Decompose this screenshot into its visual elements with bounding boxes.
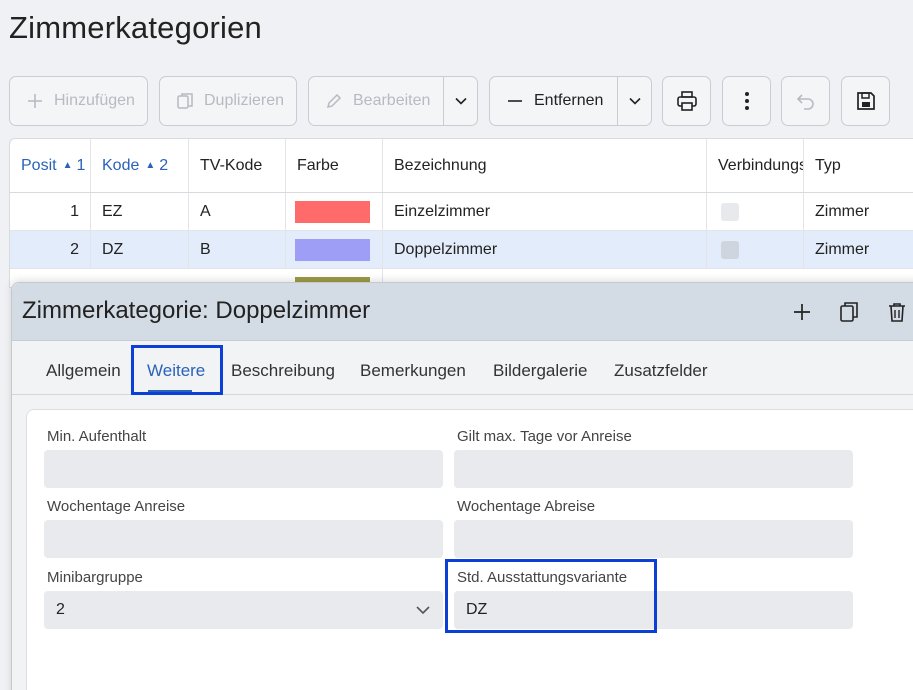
chevron-down-icon — [415, 602, 431, 623]
column-label: Bezeichnung — [394, 156, 487, 174]
category-dialog: Zimmerkategorie: Doppelzimmer Allgemein … — [11, 282, 913, 690]
more-button[interactable] — [722, 76, 771, 126]
sort-asc-icon: ▲ — [145, 160, 156, 171]
duplicate-button-label: Duplizieren — [204, 92, 285, 109]
print-button[interactable] — [662, 76, 711, 126]
pencil-icon — [323, 90, 345, 112]
cell-farbe — [286, 193, 383, 230]
remove-dropdown-toggle[interactable] — [617, 77, 651, 125]
min-stay-input[interactable] — [44, 450, 443, 488]
categories-grid: Posit ▲ 1 Kode ▲ 2 TV-Kode Farbe Bezeich… — [9, 138, 913, 288]
save-button[interactable] — [841, 76, 890, 126]
tab-bemerkungen[interactable]: Bemerkungen — [360, 361, 466, 381]
cell-kode: EZ — [91, 193, 189, 230]
checkbox[interactable] — [721, 202, 739, 221]
grid-header: Posit ▲ 1 Kode ▲ 2 TV-Kode Farbe Bezeich… — [10, 139, 913, 193]
plus-icon — [24, 90, 46, 112]
cell-kode: DZ — [91, 231, 189, 268]
more-vertical-icon — [736, 90, 758, 112]
chevron-down-icon — [454, 97, 467, 105]
form-card: Min. Aufenthalt Gilt max. Tage vor Anrei… — [26, 409, 913, 690]
cell-position: 1 — [10, 193, 91, 230]
remove-button-label: Entfernen — [534, 92, 604, 109]
dialog-header: Zimmerkategorie: Doppelzimmer — [12, 283, 913, 341]
tab-bildergalerie[interactable]: Bildergalerie — [493, 361, 588, 381]
remove-button[interactable]: Entfernen — [489, 76, 652, 126]
sort-asc-icon: ▲ — [62, 160, 73, 171]
cell-bezeichnung: Einzelzimmer — [383, 193, 707, 230]
minus-icon — [504, 90, 526, 112]
undo-button[interactable] — [781, 76, 830, 126]
add-icon[interactable] — [790, 300, 814, 324]
column-header-position[interactable]: Posit ▲ 1 — [10, 139, 91, 192]
page-title: Zimmerkategorien — [9, 10, 263, 45]
cell-typ: Zimmer — [815, 202, 870, 220]
column-header-verbindung[interactable]: Verbindungs — [707, 139, 804, 192]
tab-beschreibung[interactable]: Beschreibung — [231, 361, 335, 381]
chevron-down-icon — [628, 97, 641, 105]
table-row[interactable]: 2 DZ B Doppelzimmer Zimmer — [10, 231, 913, 269]
column-label: Kode — [102, 156, 140, 174]
column-label: Farbe — [297, 156, 339, 174]
max-days-label: Gilt max. Tage vor Anreise — [457, 428, 632, 445]
column-header-farbe[interactable]: Farbe — [286, 139, 383, 192]
column-header-bezeichnung[interactable]: Bezeichnung — [383, 139, 707, 192]
field-highlight-box — [445, 559, 657, 633]
checkbox[interactable] — [721, 240, 739, 259]
column-header-typ[interactable]: Typ — [804, 139, 913, 192]
cell-tv-kode: A — [189, 193, 286, 230]
cell-typ: Zimmer — [815, 240, 870, 258]
duplicate-button[interactable]: Duplizieren — [159, 76, 297, 126]
column-label: Typ — [815, 156, 841, 174]
printer-icon — [676, 90, 698, 112]
column-label: Verbindungs — [718, 156, 804, 174]
color-swatch — [295, 238, 370, 261]
cell-verbindung — [707, 193, 804, 230]
cell-farbe — [286, 231, 383, 268]
edit-button-label: Bearbeiten — [353, 92, 431, 109]
trash-icon[interactable] — [885, 300, 909, 324]
undo-icon — [795, 90, 817, 112]
dialog-title: Zimmerkategorie: Doppelzimmer — [22, 297, 371, 324]
sort-order: 2 — [159, 156, 169, 174]
cell-bezeichnung: Doppelzimmer — [383, 231, 707, 268]
edit-button[interactable]: Bearbeiten — [308, 76, 478, 126]
minibar-label: Minibargruppe — [47, 569, 143, 586]
minibar-value: 2 — [56, 601, 65, 618]
max-days-input[interactable] — [454, 450, 853, 488]
arrival-days-input[interactable] — [44, 520, 443, 558]
color-swatch — [295, 200, 370, 223]
add-button-label: Hinzufügen — [54, 92, 135, 109]
departure-days-label: Wochentage Abreise — [457, 498, 596, 515]
arrival-days-label: Wochentage Anreise — [47, 498, 186, 515]
table-row[interactable]: 1 EZ A Einzelzimmer Zimmer — [10, 193, 913, 231]
column-label: Posit — [21, 156, 57, 174]
column-header-kode[interactable]: Kode ▲ 2 — [91, 139, 189, 192]
cell-tv-kode: B — [189, 231, 286, 268]
departure-days-input[interactable] — [454, 520, 853, 558]
cell-position: 2 — [10, 231, 91, 268]
duplicate-icon[interactable] — [837, 300, 861, 324]
add-button[interactable]: Hinzufügen — [9, 76, 148, 126]
duplicate-icon — [174, 90, 196, 112]
cell-verbindung — [707, 231, 804, 268]
edit-dropdown-toggle[interactable] — [443, 77, 477, 125]
column-label: TV-Kode — [200, 156, 263, 174]
save-icon — [855, 90, 877, 112]
column-header-tv-kode[interactable]: TV-Kode — [189, 139, 286, 192]
tab-zusatzfelder[interactable]: Zusatzfelder — [614, 361, 708, 381]
tab-highlight-box — [131, 345, 223, 395]
minibar-select[interactable]: 2 — [44, 591, 443, 629]
tab-allgemein[interactable]: Allgemein — [46, 361, 121, 381]
min-stay-label: Min. Aufenthalt — [47, 428, 147, 445]
sort-order: 1 — [76, 156, 86, 174]
